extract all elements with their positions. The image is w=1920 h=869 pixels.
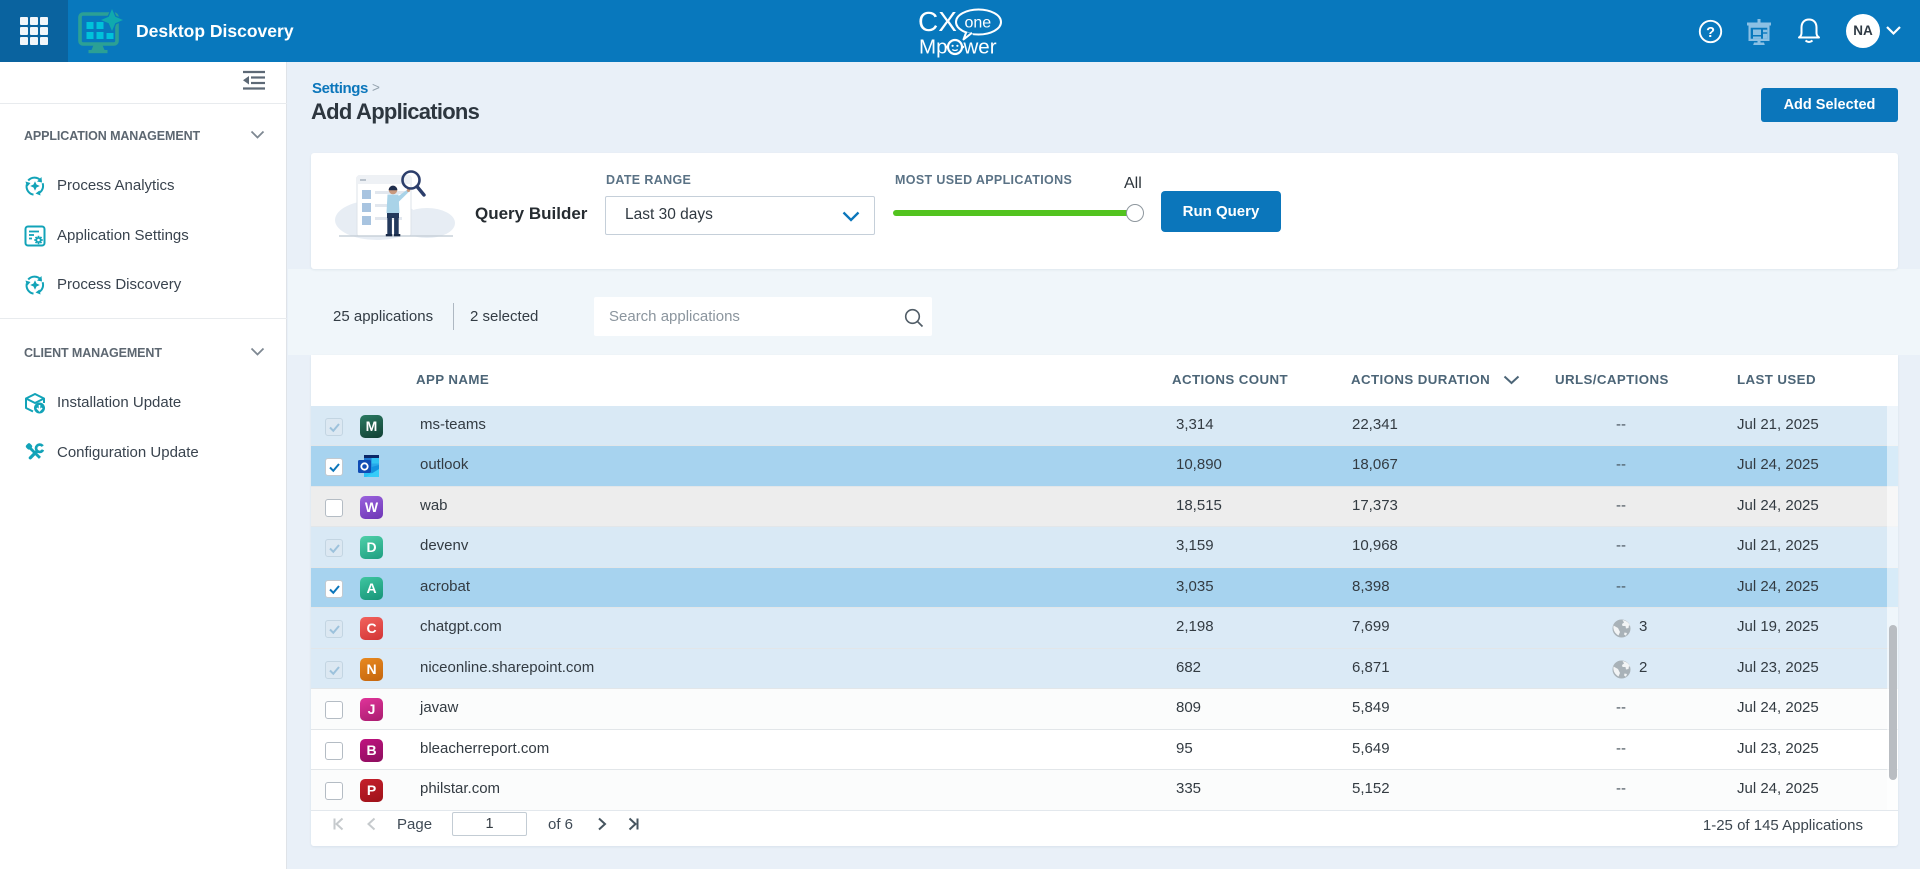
- svg-text:wer: wer: [963, 36, 997, 59]
- svg-text:?: ?: [1706, 25, 1715, 41]
- svg-text:Mp: Mp: [919, 36, 947, 59]
- svg-text:CX: CX: [918, 6, 957, 37]
- svg-text:one: one: [965, 15, 992, 32]
